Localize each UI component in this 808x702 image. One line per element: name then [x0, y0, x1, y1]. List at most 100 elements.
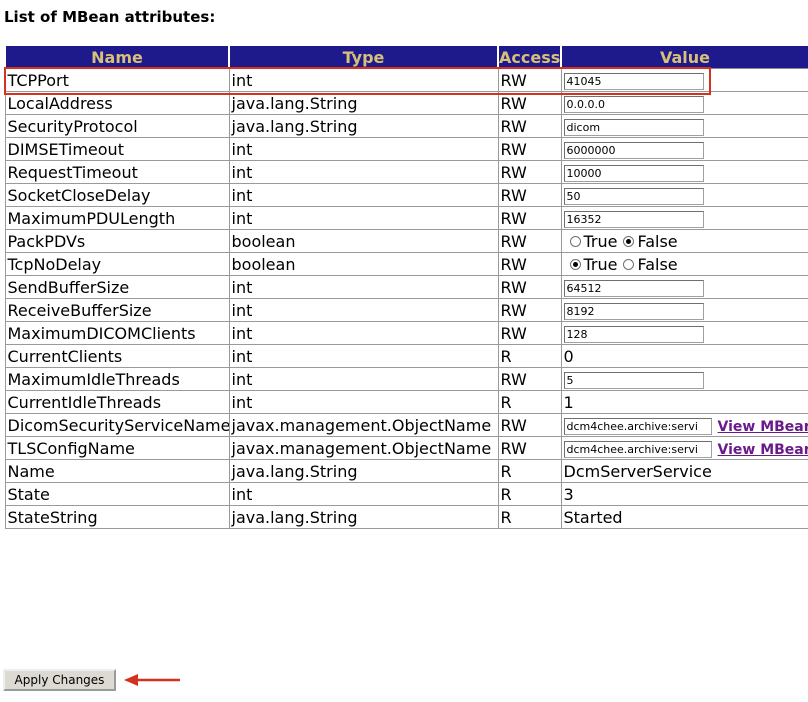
attribute-name-cell: MaximumDICOMClients	[4, 321, 230, 345]
table-row: DIMSETimeout int RW	[4, 137, 808, 161]
attribute-type-cell: int	[228, 298, 499, 322]
attribute-name-cell: LocalAddress	[4, 91, 230, 115]
view-mbean-link[interactable]: View MBean	[718, 419, 808, 435]
attribute-type-cell: java.lang.String	[228, 505, 499, 529]
attribute-value-cell	[560, 68, 808, 92]
attribute-name-cell: CurrentIdleThreads	[4, 390, 230, 414]
table-row: TcpNoDelay boolean RW True False	[4, 252, 808, 276]
attribute-name-cell: TcpNoDelay	[4, 252, 230, 276]
radio-false-packpdvs[interactable]	[623, 236, 635, 247]
radio-true-tcpnodelay[interactable]	[569, 259, 581, 270]
value-input-dicomsecurityservicename[interactable]	[563, 417, 712, 435]
apply-changes-button[interactable]: Apply Changes	[3, 669, 116, 691]
attribute-type-cell: java.lang.String	[228, 459, 499, 483]
arrow-left-icon	[124, 674, 180, 686]
value-input-requesttimeout[interactable]	[563, 164, 704, 182]
value-input-sendbuffersize[interactable]	[563, 279, 704, 297]
table-row: RequestTimeout int RW	[4, 160, 808, 184]
attribute-access-cell: RW	[497, 367, 562, 391]
attribute-name-cell: PackPDVs	[4, 229, 230, 253]
attribute-type-cell: int	[228, 344, 499, 368]
column-header-access: Access	[497, 44, 562, 69]
attribute-access-cell: RW	[497, 160, 562, 184]
value-input-maximumpdulength[interactable]	[563, 210, 704, 228]
attribute-type-cell: boolean	[228, 252, 499, 276]
attribute-type-cell: java.lang.String	[228, 91, 499, 115]
attribute-value-cell: True False	[560, 229, 808, 253]
value-input-socketclosedelay[interactable]	[563, 187, 704, 205]
attribute-name-cell: SecurityProtocol	[4, 114, 230, 138]
attribute-access-cell: RW	[497, 91, 562, 115]
attribute-access-cell: RW	[497, 298, 562, 322]
attribute-access-cell: RW	[497, 413, 562, 437]
attribute-value-cell	[560, 298, 808, 322]
radio-true-label: True	[583, 255, 618, 274]
attribute-access-cell: RW	[497, 252, 562, 276]
attribute-name-cell: ReceiveBufferSize	[4, 298, 230, 322]
value-input-localaddress[interactable]	[563, 95, 704, 113]
radio-true-packpdvs[interactable]	[569, 236, 581, 247]
attribute-type-cell: int	[228, 482, 499, 506]
value-input-maximumidlethreads[interactable]	[563, 371, 704, 389]
table-row: SecurityProtocol java.lang.String RW	[4, 114, 808, 138]
attribute-access-cell: RW	[497, 229, 562, 253]
attribute-value-cell: 1	[560, 390, 808, 414]
attribute-access-cell: RW	[497, 275, 562, 299]
attribute-value-cell	[560, 160, 808, 184]
attribute-access-cell: RW	[497, 321, 562, 345]
attribute-access-cell: RW	[497, 68, 562, 92]
value-input-tlsconfigname[interactable]	[563, 440, 712, 458]
value-input-securityprotocol[interactable]	[563, 118, 704, 136]
attribute-type-cell: java.lang.String	[228, 114, 499, 138]
value-input-dimsetimeout[interactable]	[563, 141, 704, 159]
table-row: CurrentClients int R 0	[4, 344, 808, 368]
value-input-maximumdicomclients[interactable]	[563, 325, 704, 343]
attribute-name-cell: MaximumPDULength	[4, 206, 230, 230]
mbean-attributes-table: Name Type Access Value TCPPortintRWLocal…	[4, 44, 808, 529]
table-row: MaximumDICOMClients int RW	[4, 321, 808, 345]
attribute-name-cell: TCPPort	[4, 68, 230, 92]
attribute-value-cell: View MBean	[560, 436, 808, 460]
attribute-name-cell: CurrentClients	[4, 344, 230, 368]
attribute-type-cell: int	[228, 183, 499, 207]
attribute-name-cell: DIMSETimeout	[4, 137, 230, 161]
attribute-type-cell: javax.management.ObjectName	[228, 413, 499, 437]
radio-false-tcpnodelay[interactable]	[623, 259, 635, 270]
attribute-value-cell: DcmServerService	[560, 459, 808, 483]
attribute-value-cell	[560, 91, 808, 115]
attribute-name-cell: MaximumIdleThreads	[4, 367, 230, 391]
attribute-access-cell: RW	[497, 206, 562, 230]
value-input-tcpport[interactable]	[563, 72, 704, 90]
attribute-value-cell: 3	[560, 482, 808, 506]
attribute-value-cell	[560, 367, 808, 391]
attribute-value-cell	[560, 321, 808, 345]
table-row: PackPDVs boolean RW True False	[4, 229, 808, 253]
table-row: CurrentIdleThreads int R 1	[4, 390, 808, 414]
attribute-name-cell: State	[4, 482, 230, 506]
table-row: State int R 3	[4, 482, 808, 506]
attribute-type-cell: int	[228, 275, 499, 299]
attribute-type-cell: javax.management.ObjectName	[228, 436, 499, 460]
attribute-name-cell: SocketCloseDelay	[4, 183, 230, 207]
attribute-access-cell: RW	[497, 114, 562, 138]
table-row: LocalAddress java.lang.String RW	[4, 91, 808, 115]
column-header-value: Value	[560, 44, 808, 69]
attribute-value-cell: True False	[560, 252, 808, 276]
attribute-access-cell: RW	[497, 436, 562, 460]
attribute-value-cell	[560, 206, 808, 230]
attribute-name-cell: Name	[4, 459, 230, 483]
attribute-name-cell: DicomSecurityServiceName	[4, 413, 230, 437]
attribute-access-cell: R	[497, 505, 562, 529]
attribute-type-cell: int	[228, 68, 499, 92]
value-input-receivebuffersize[interactable]	[563, 302, 704, 320]
attribute-value-cell: Started	[560, 505, 808, 529]
attribute-type-cell: int	[228, 160, 499, 184]
view-mbean-link[interactable]: View MBean	[718, 442, 808, 458]
table-row: DicomSecurityServiceName javax.management…	[4, 413, 808, 437]
attribute-value-cell	[560, 137, 808, 161]
attribute-type-cell: int	[228, 137, 499, 161]
attribute-access-cell: RW	[497, 183, 562, 207]
table-row: TCPPort int RW	[4, 68, 808, 92]
table-row: SendBufferSize int RW	[4, 275, 808, 299]
table-row: TLSConfigName javax.management.ObjectName…	[4, 436, 808, 460]
